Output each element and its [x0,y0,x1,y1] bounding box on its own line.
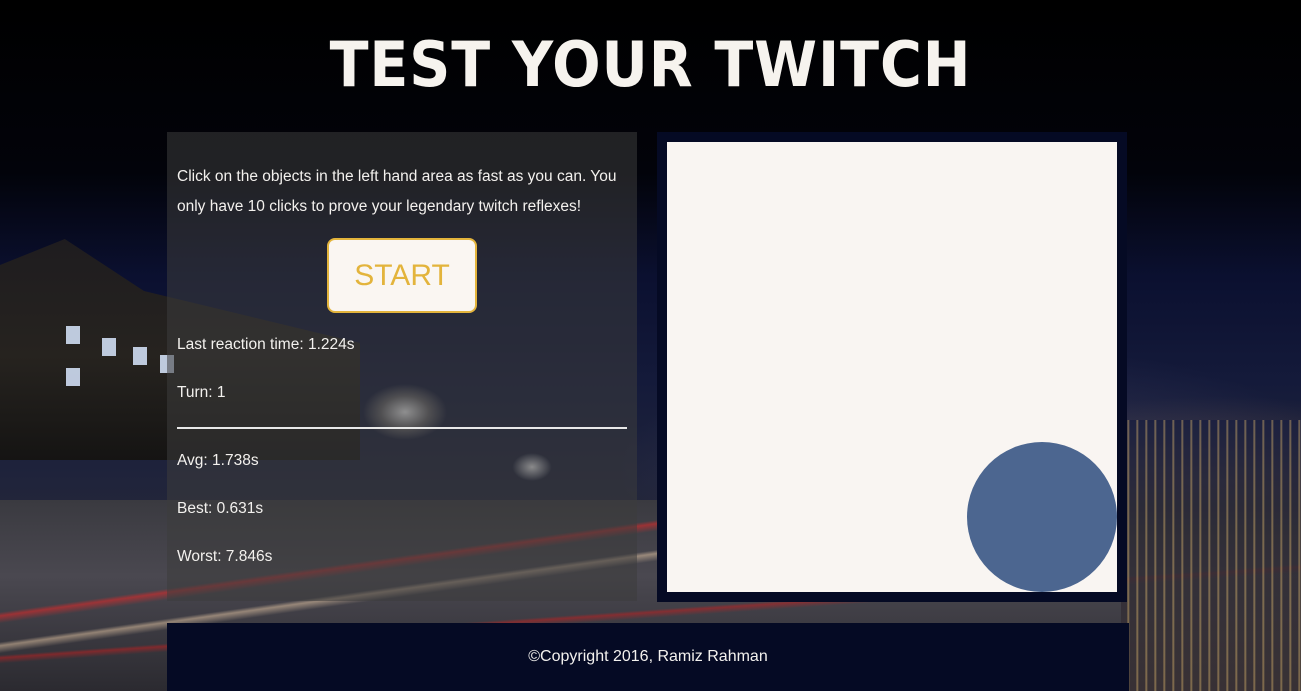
best-time: Best: 0.631s [177,500,264,517]
turn-counter: Turn: 1 [177,384,226,401]
instructions-panel: Click on the objects in the left hand ar… [167,132,637,601]
footer: ©Copyright 2016, Ramiz Rahman [167,623,1129,691]
target-circle[interactable] [967,442,1117,592]
page-title: TEST YOUR TWITCH [329,28,972,101]
background-city-lights [1121,420,1301,691]
worst-time: Worst: 7.846s [177,548,273,565]
instructions-text: Click on the objects in the left hand ar… [177,168,617,215]
background-window [66,326,80,344]
game-frame [657,132,1127,602]
start-button[interactable]: START [327,238,477,313]
average-time: Avg: 1.738s [177,452,259,469]
game-area[interactable] [667,142,1117,592]
background-window [66,368,80,386]
background-window [102,338,116,356]
background-window [133,347,147,365]
stats-divider [177,427,627,429]
copyright-text: ©Copyright 2016, Ramiz Rahman [528,648,768,665]
last-reaction-time: Last reaction time: 1.224s [177,336,355,353]
